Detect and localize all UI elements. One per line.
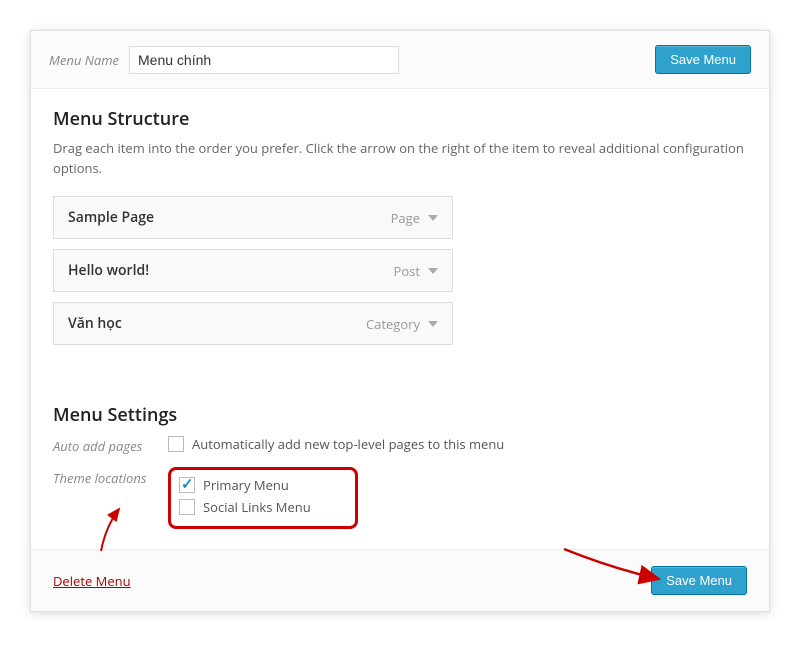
- menu-name-label: Menu Name: [49, 51, 119, 69]
- theme-location-option[interactable]: Social Links Menu: [179, 498, 347, 516]
- menu-item-type: Post: [394, 262, 420, 280]
- save-menu-button-top[interactable]: Save Menu: [655, 45, 751, 74]
- social-links-menu-checkbox[interactable]: [179, 499, 195, 515]
- theme-locations-row: Theme locations Primary Menu Social Link…: [53, 467, 747, 529]
- primary-menu-checkbox[interactable]: [179, 477, 195, 493]
- auto-add-pages-text: Automatically add new top-level pages to…: [192, 435, 504, 453]
- menu-structure-title: Menu Structure: [53, 107, 747, 131]
- panel-footer: Delete Menu Save Menu: [31, 549, 769, 611]
- panel-header: Menu Name Save Menu: [31, 31, 769, 89]
- chevron-down-icon[interactable]: [428, 268, 438, 274]
- menu-structure-section: Menu Structure Drag each item into the o…: [31, 89, 769, 385]
- theme-locations-label: Theme locations: [53, 467, 168, 487]
- auto-add-pages-label: Auto add pages: [53, 435, 168, 455]
- menu-item[interactable]: Văn học Category: [53, 302, 453, 345]
- theme-location-text: Primary Menu: [203, 476, 289, 494]
- menu-item-title: Hello world!: [68, 261, 149, 280]
- menu-settings-title: Menu Settings: [53, 403, 747, 427]
- chevron-down-icon[interactable]: [428, 321, 438, 327]
- delete-menu-link[interactable]: Delete Menu: [53, 572, 131, 590]
- menu-item-title: Sample Page: [68, 208, 154, 227]
- theme-locations-highlight: Primary Menu Social Links Menu: [168, 467, 358, 529]
- menu-item[interactable]: Sample Page Page: [53, 196, 453, 239]
- save-menu-button-bottom[interactable]: Save Menu: [651, 566, 747, 595]
- menu-settings-section: Menu Settings Auto add pages Automatical…: [31, 385, 769, 549]
- menu-item-type: Page: [391, 209, 420, 227]
- menu-edit-panel: Menu Name Save Menu Menu Structure Drag …: [30, 30, 770, 612]
- menu-item[interactable]: Hello world! Post: [53, 249, 453, 292]
- auto-add-pages-option[interactable]: Automatically add new top-level pages to…: [168, 435, 747, 453]
- menu-name-input[interactable]: [129, 46, 399, 74]
- menu-structure-description: Drag each item into the order you prefer…: [53, 139, 747, 178]
- menu-item-type: Category: [366, 315, 420, 333]
- menu-item-title: Văn học: [68, 314, 122, 333]
- chevron-down-icon[interactable]: [428, 215, 438, 221]
- menu-items-list: Sample Page Page Hello world! Post Văn h…: [53, 196, 453, 345]
- auto-add-pages-checkbox[interactable]: [168, 436, 184, 452]
- auto-add-pages-row: Auto add pages Automatically add new top…: [53, 435, 747, 457]
- theme-location-option[interactable]: Primary Menu: [179, 476, 347, 494]
- theme-location-text: Social Links Menu: [203, 498, 311, 516]
